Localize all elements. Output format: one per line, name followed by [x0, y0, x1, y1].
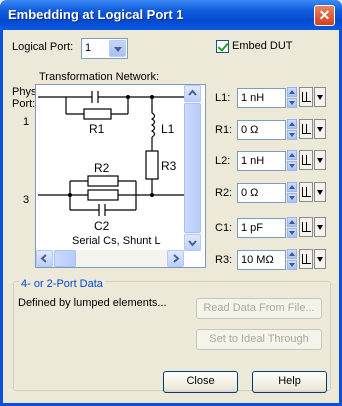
- embed-dut-label: Embed DUT: [232, 40, 293, 52]
- param-value-field[interactable]: 1 pF: [237, 218, 286, 238]
- chevron-left-icon: [40, 254, 47, 263]
- param-spinner[interactable]: [287, 150, 297, 171]
- param-value: 1 pF: [241, 222, 264, 234]
- chevron-up-icon: [188, 89, 197, 96]
- logical-port-label: Logical Port:: [12, 41, 74, 53]
- close-button[interactable]: Close: [163, 371, 238, 393]
- spin-up-icon[interactable]: [287, 182, 297, 192]
- phys-port-label-2: Port:: [12, 98, 36, 110]
- spin-up-icon[interactable]: [287, 87, 297, 97]
- spin-up-icon[interactable]: [287, 150, 297, 160]
- phys-port-label: Phys: [12, 86, 37, 98]
- port-number-top: 1: [23, 116, 30, 128]
- param-value: 0 Ω: [241, 187, 259, 199]
- param-menu-button[interactable]: [314, 150, 326, 170]
- param-label: L1:: [215, 92, 231, 104]
- param-value-field[interactable]: 10 MΩ: [237, 250, 286, 270]
- component-l1: L1: [161, 122, 175, 136]
- component-r3: R3: [161, 159, 177, 173]
- port-data-group-title: 4- or 2-Port Data: [19, 278, 105, 290]
- spin-down-icon[interactable]: [287, 228, 297, 238]
- chevron-down-icon: [188, 240, 197, 247]
- param-value: 1 nH: [241, 92, 265, 104]
- param-label: R2:: [215, 187, 233, 199]
- param-menu-button[interactable]: [314, 217, 326, 237]
- chevron-down-icon[interactable]: [109, 40, 126, 57]
- param-value-field[interactable]: 0 Ω: [237, 183, 286, 203]
- param-menu-button[interactable]: [314, 87, 326, 107]
- dialog-body: Logical Port: 1 Embed DUT Transformation…: [3, 30, 339, 403]
- dialog-window: Embedding at Logical Port 1 ✕ Logical Po…: [0, 0, 342, 406]
- network-diagram: R1 L1 R3 R2 C2 Serial Cs, Shunt L: [35, 84, 206, 268]
- param-spinner[interactable]: [287, 182, 297, 203]
- port-number-bottom: 3: [23, 194, 30, 206]
- help-button[interactable]: Help: [252, 371, 327, 393]
- read-data-from-file-button[interactable]: Read Data From File...: [196, 298, 322, 319]
- window-title: Embedding at Logical Port 1: [8, 7, 184, 22]
- param-menu-button[interactable]: [314, 182, 326, 202]
- horizontal-scroll-thumb[interactable]: [54, 250, 76, 267]
- param-value-field[interactable]: 1 nH: [237, 151, 286, 171]
- step-size-icon[interactable]: [299, 87, 313, 107]
- param-spinner[interactable]: [287, 217, 297, 238]
- close-window-button[interactable]: ✕: [314, 5, 335, 26]
- param-value: 10 MΩ: [241, 254, 274, 266]
- scroll-right-button[interactable]: [167, 250, 184, 267]
- diagram-vertical-scrollbar[interactable]: [184, 85, 201, 251]
- logical-port-select[interactable]: 1: [81, 38, 128, 59]
- diagram-horizontal-scrollbar[interactable]: [36, 250, 184, 267]
- spin-down-icon[interactable]: [287, 161, 297, 171]
- step-size-icon[interactable]: [299, 182, 313, 202]
- title-bar[interactable]: Embedding at Logical Port 1 ✕: [0, 0, 342, 30]
- port-data-description: Defined by lumped elements...: [18, 297, 167, 309]
- embed-dut-checkbox[interactable]: [216, 40, 229, 53]
- param-menu-button[interactable]: [314, 119, 326, 139]
- param-value: 0 Ω: [241, 124, 259, 136]
- param-value-field[interactable]: 1 nH: [237, 88, 286, 108]
- scroll-down-button[interactable]: [184, 234, 201, 251]
- spin-down-icon[interactable]: [287, 98, 297, 108]
- step-size-icon[interactable]: [299, 249, 313, 269]
- spin-up-icon[interactable]: [287, 217, 297, 227]
- component-c2: C2: [94, 219, 110, 233]
- param-menu-button[interactable]: [314, 249, 326, 269]
- spin-up-icon[interactable]: [287, 249, 297, 259]
- logical-port-value: 1: [85, 42, 92, 54]
- param-label: R3:: [215, 254, 233, 266]
- network-heading: Transformation Network:: [39, 71, 160, 83]
- network-caption: Serial Cs, Shunt L: [72, 235, 161, 247]
- step-size-icon[interactable]: [299, 150, 313, 170]
- param-label: C1:: [215, 222, 233, 234]
- param-label: L2:: [215, 155, 231, 167]
- param-spinner[interactable]: [287, 119, 297, 140]
- component-r2: R2: [94, 161, 110, 175]
- param-spinner[interactable]: [287, 249, 297, 270]
- vertical-scroll-thumb[interactable]: [184, 103, 201, 233]
- scroll-left-button[interactable]: [36, 250, 53, 267]
- set-to-ideal-through-button[interactable]: Set to Ideal Through: [196, 329, 322, 350]
- param-value-field[interactable]: 0 Ω: [237, 120, 286, 140]
- param-label: R1:: [215, 124, 233, 136]
- step-size-icon[interactable]: [299, 217, 313, 237]
- spin-up-icon[interactable]: [287, 119, 297, 129]
- component-r1: R1: [89, 122, 105, 136]
- step-size-icon[interactable]: [299, 119, 313, 139]
- scroll-up-button[interactable]: [184, 85, 201, 102]
- chevron-right-icon: [173, 254, 180, 263]
- spin-down-icon[interactable]: [287, 130, 297, 140]
- param-spinner[interactable]: [287, 87, 297, 108]
- param-value: 1 nH: [241, 155, 265, 167]
- spin-down-icon[interactable]: [287, 260, 297, 270]
- spin-down-icon[interactable]: [287, 193, 297, 203]
